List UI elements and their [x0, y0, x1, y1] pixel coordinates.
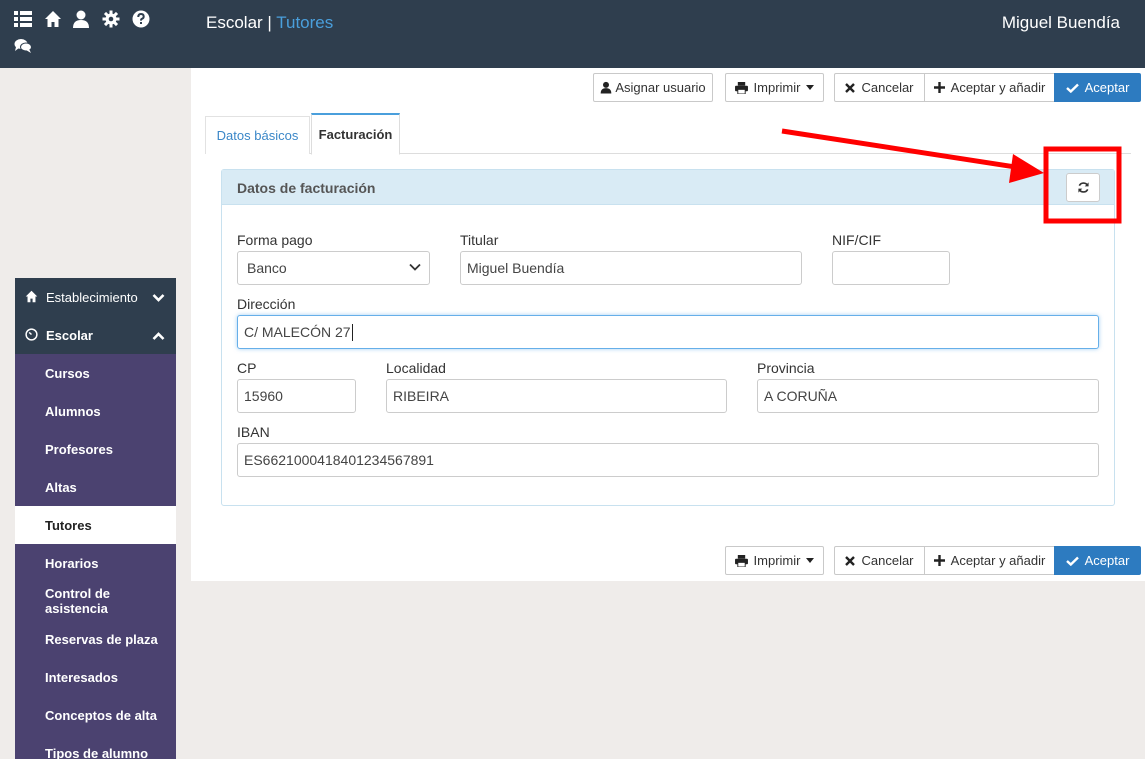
iban-input[interactable]: ES6621000418401234567891 [237, 443, 1099, 477]
print-label: Imprimir [753, 80, 801, 95]
check-icon [1065, 556, 1079, 566]
localidad-input[interactable]: RIBEIRA [386, 379, 727, 413]
form-tabs: Datos básicos Facturación [205, 113, 1131, 155]
user-name[interactable]: Miguel Buendía [1002, 13, 1120, 33]
check-icon [1065, 83, 1079, 93]
close-icon [845, 555, 856, 566]
accept-label: Aceptar [1084, 553, 1130, 568]
page-breadcrumb: Escolar | Tutores [206, 13, 333, 33]
dashboard-icon [25, 328, 38, 344]
cancel-label: Cancelar [861, 80, 914, 95]
home-icon[interactable] [44, 10, 64, 30]
accept-and-add-label: Aceptar y añadir [950, 80, 1046, 95]
cp-label: CP [237, 360, 257, 376]
sidebar-group-establecimiento[interactable]: Establecimiento [15, 278, 176, 316]
top-navbar: Escolar | Tutores Miguel Buendía [0, 0, 1145, 68]
panel-title: Datos de facturación [237, 180, 376, 196]
forma-pago-select[interactable]: Banco [237, 251, 430, 285]
chevron-up-icon [152, 329, 165, 344]
chevron-down-icon [152, 291, 165, 306]
forma-pago-value: Banco [247, 260, 287, 276]
caret-down-icon [806, 85, 815, 90]
sidebar-item-altas[interactable]: Altas [15, 468, 176, 506]
titular-value: Miguel Buendía [467, 260, 565, 276]
titular-label: Titular [460, 232, 499, 248]
sidebar-group-label: Establecimiento [46, 289, 138, 305]
provincia-value: A CORUÑA [764, 388, 838, 404]
plus-icon [933, 555, 945, 566]
help-icon[interactable] [132, 10, 152, 30]
sidebar-item-tutores[interactable]: Tutores [15, 506, 176, 544]
sidebar-group-label: Escolar [46, 327, 93, 343]
billing-panel: Datos de facturación Forma pago Banco Ti… [221, 169, 1115, 506]
home-icon [25, 290, 38, 306]
tab-datos-basicos[interactable]: Datos básicos [205, 116, 310, 154]
sidebar-item-conceptos-alta[interactable]: Conceptos de alta [15, 696, 176, 734]
sidebar-item-control-asistencia[interactable]: Control de asistencia [15, 582, 176, 620]
breadcrumb-separator: | [262, 13, 277, 32]
user-icon [600, 81, 612, 94]
billing-panel-header: Datos de facturación [222, 170, 1114, 205]
refresh-button[interactable] [1066, 173, 1100, 202]
cancel-button[interactable]: Cancelar [834, 73, 925, 102]
accept-button-bottom[interactable]: Aceptar [1054, 546, 1141, 575]
sidebar-item-profesores[interactable]: Profesores [15, 430, 176, 468]
accept-and-add-button[interactable]: Aceptar y añadir [924, 73, 1055, 102]
assign-user-label: Asignar usuario [615, 80, 706, 95]
text-cursor [351, 323, 353, 341]
refresh-icon [1077, 182, 1089, 193]
list-icon[interactable] [14, 10, 34, 30]
cp-value: 15960 [244, 388, 283, 404]
breadcrumb-section[interactable]: Escolar [206, 13, 263, 32]
sidebar-item-horarios[interactable]: Horarios [15, 544, 176, 582]
user-icon[interactable] [72, 10, 92, 30]
sidebar-menu: Establecimiento Escolar Cursos Alumnos P… [15, 278, 176, 759]
accept-button[interactable]: Aceptar [1054, 73, 1141, 102]
sidebar-item-alumnos[interactable]: Alumnos [15, 392, 176, 430]
caret-down-icon [806, 558, 815, 563]
plus-icon [933, 82, 945, 93]
printer-icon [734, 81, 748, 94]
titular-input[interactable]: Miguel Buendía [460, 251, 802, 285]
assign-user-button[interactable]: Asignar usuario [593, 73, 713, 102]
print-dropdown-button[interactable]: Imprimir [725, 73, 824, 102]
provincia-label: Provincia [757, 360, 815, 376]
accept-and-add-button-bottom[interactable]: Aceptar y añadir [924, 546, 1055, 575]
cancel-label: Cancelar [861, 553, 914, 568]
chat-icon[interactable] [14, 38, 34, 58]
print-label: Imprimir [753, 553, 801, 568]
nif-label: NIF/CIF [832, 232, 881, 248]
nif-input[interactable] [832, 251, 950, 285]
forma-pago-label: Forma pago [237, 232, 313, 248]
cancel-button-bottom[interactable]: Cancelar [834, 546, 925, 575]
breadcrumb-subsection[interactable]: Tutores [276, 13, 333, 32]
main-content: Asignar usuario Imprimir Cancelar Acepta… [191, 68, 1145, 581]
gear-icon[interactable] [102, 10, 122, 30]
iban-label: IBAN [237, 424, 270, 440]
close-icon [845, 82, 856, 93]
sidebar-item-tipos-alumno[interactable]: Tipos de alumno [15, 734, 176, 759]
sidebar-item-reservas-plaza[interactable]: Reservas de plaza [15, 620, 176, 658]
cp-input[interactable]: 15960 [237, 379, 356, 413]
direccion-input[interactable]: C/ MALECÓN 27 [237, 315, 1099, 349]
localidad-label: Localidad [386, 360, 446, 376]
sidebar-item-interesados[interactable]: Interesados [15, 658, 176, 696]
printer-icon [734, 554, 748, 567]
sidebar-group-escolar[interactable]: Escolar [15, 316, 176, 354]
direccion-value: C/ MALECÓN 27 [244, 324, 351, 340]
iban-value: ES6621000418401234567891 [244, 452, 434, 468]
direccion-label: Dirección [237, 296, 296, 312]
localidad-value: RIBEIRA [393, 388, 450, 404]
accept-and-add-label: Aceptar y añadir [950, 553, 1046, 568]
chevron-down-icon [409, 263, 421, 271]
print-dropdown-button-bottom[interactable]: Imprimir [725, 546, 824, 575]
provincia-input[interactable]: A CORUÑA [757, 379, 1099, 413]
tab-facturacion[interactable]: Facturación [311, 113, 400, 155]
accept-label: Aceptar [1084, 80, 1130, 95]
sidebar-item-cursos[interactable]: Cursos [15, 354, 176, 392]
